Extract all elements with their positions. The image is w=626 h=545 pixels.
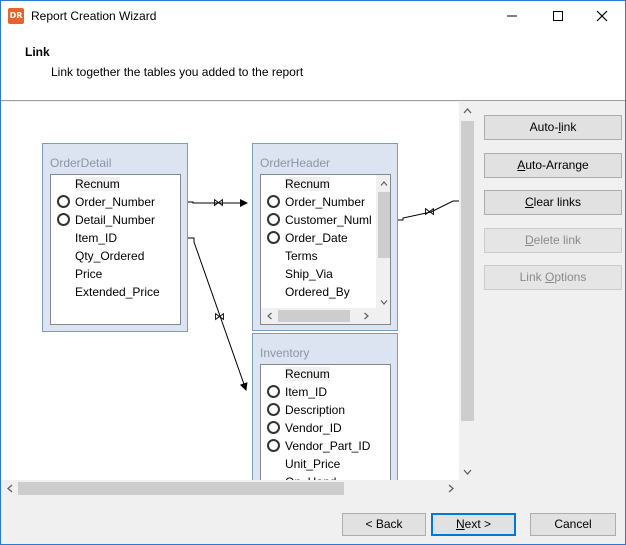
report-creation-wizard-window: DR Report Creation Wizard Link Link toge… <box>0 0 626 545</box>
auto-link-button[interactable]: Auto-link <box>484 115 622 140</box>
link-canvas[interactable]: OrderDetail Recnum Order_Number Detail_Num… <box>1 102 459 480</box>
link-order-number[interactable]: ⋈ <box>188 196 248 209</box>
page-subtitle: Link together the tables you added to th… <box>51 65 304 79</box>
minimize-icon <box>507 15 517 17</box>
back-button[interactable]: < Back <box>342 513 426 536</box>
button-label: elete link <box>533 233 582 247</box>
scroll-right-button[interactable] <box>442 480 459 497</box>
page-title: Link <box>25 45 50 59</box>
canvas-vertical-scrollbar[interactable] <box>459 102 476 482</box>
scroll-up-button[interactable] <box>459 102 476 119</box>
button-mnemonic: D <box>524 233 534 247</box>
clear-links-button[interactable]: Clear links <box>484 190 622 215</box>
canvas-horizontal-scrollbar[interactable] <box>1 480 459 497</box>
chevron-left-icon <box>6 484 12 493</box>
scroll-thumb[interactable] <box>18 482 344 495</box>
close-button[interactable] <box>579 1 625 31</box>
scroll-down-button[interactable] <box>459 463 476 480</box>
button-mnemonic: N <box>455 517 465 531</box>
link-item-id[interactable]: ⋈ <box>188 237 248 391</box>
link-options-button[interactable]: Link Options <box>484 265 622 290</box>
app-logo-icon: DR <box>8 8 24 24</box>
title-bar[interactable]: DR Report Creation Wizard <box>1 1 625 31</box>
cancel-button[interactable]: Cancel <box>530 513 616 536</box>
button-label: Auto- <box>529 120 559 134</box>
auto-arrange-button[interactable]: Auto-Arrange <box>484 153 622 178</box>
next-button[interactable]: Next > <box>431 513 516 536</box>
link-offscreen[interactable]: ⋈ <box>398 200 459 221</box>
button-label: Link <box>519 270 545 284</box>
scroll-thumb[interactable] <box>461 121 474 421</box>
button-mnemonic: O <box>544 270 555 284</box>
link-lines: ⋈ ⋈ ⋈ <box>188 196 459 391</box>
delete-link-button[interactable]: Delete link <box>484 228 622 253</box>
maximize-icon <box>553 11 563 21</box>
wizard-header: Link Link together the tables you added … <box>1 31 625 101</box>
button-label: ext > <box>464 517 492 531</box>
button-label: uto-Arrange <box>525 158 589 172</box>
close-icon <box>596 10 608 22</box>
maximize-button[interactable] <box>535 1 581 31</box>
button-label: ink <box>561 120 577 134</box>
join-icon: ⋈ <box>213 196 224 209</box>
minimize-button[interactable] <box>489 1 535 31</box>
button-mnemonic: C <box>524 195 534 209</box>
join-icon: ⋈ <box>424 205 435 218</box>
chevron-right-icon <box>448 484 454 493</box>
chevron-up-icon <box>463 107 472 113</box>
button-label: lear links <box>533 195 582 209</box>
join-icon: ⋈ <box>214 310 225 323</box>
button-label: ptions <box>554 270 587 284</box>
footer-separator <box>1 499 625 500</box>
window-title: Report Creation Wizard <box>31 9 157 23</box>
scroll-left-button[interactable] <box>1 480 18 497</box>
chevron-down-icon <box>463 469 472 475</box>
